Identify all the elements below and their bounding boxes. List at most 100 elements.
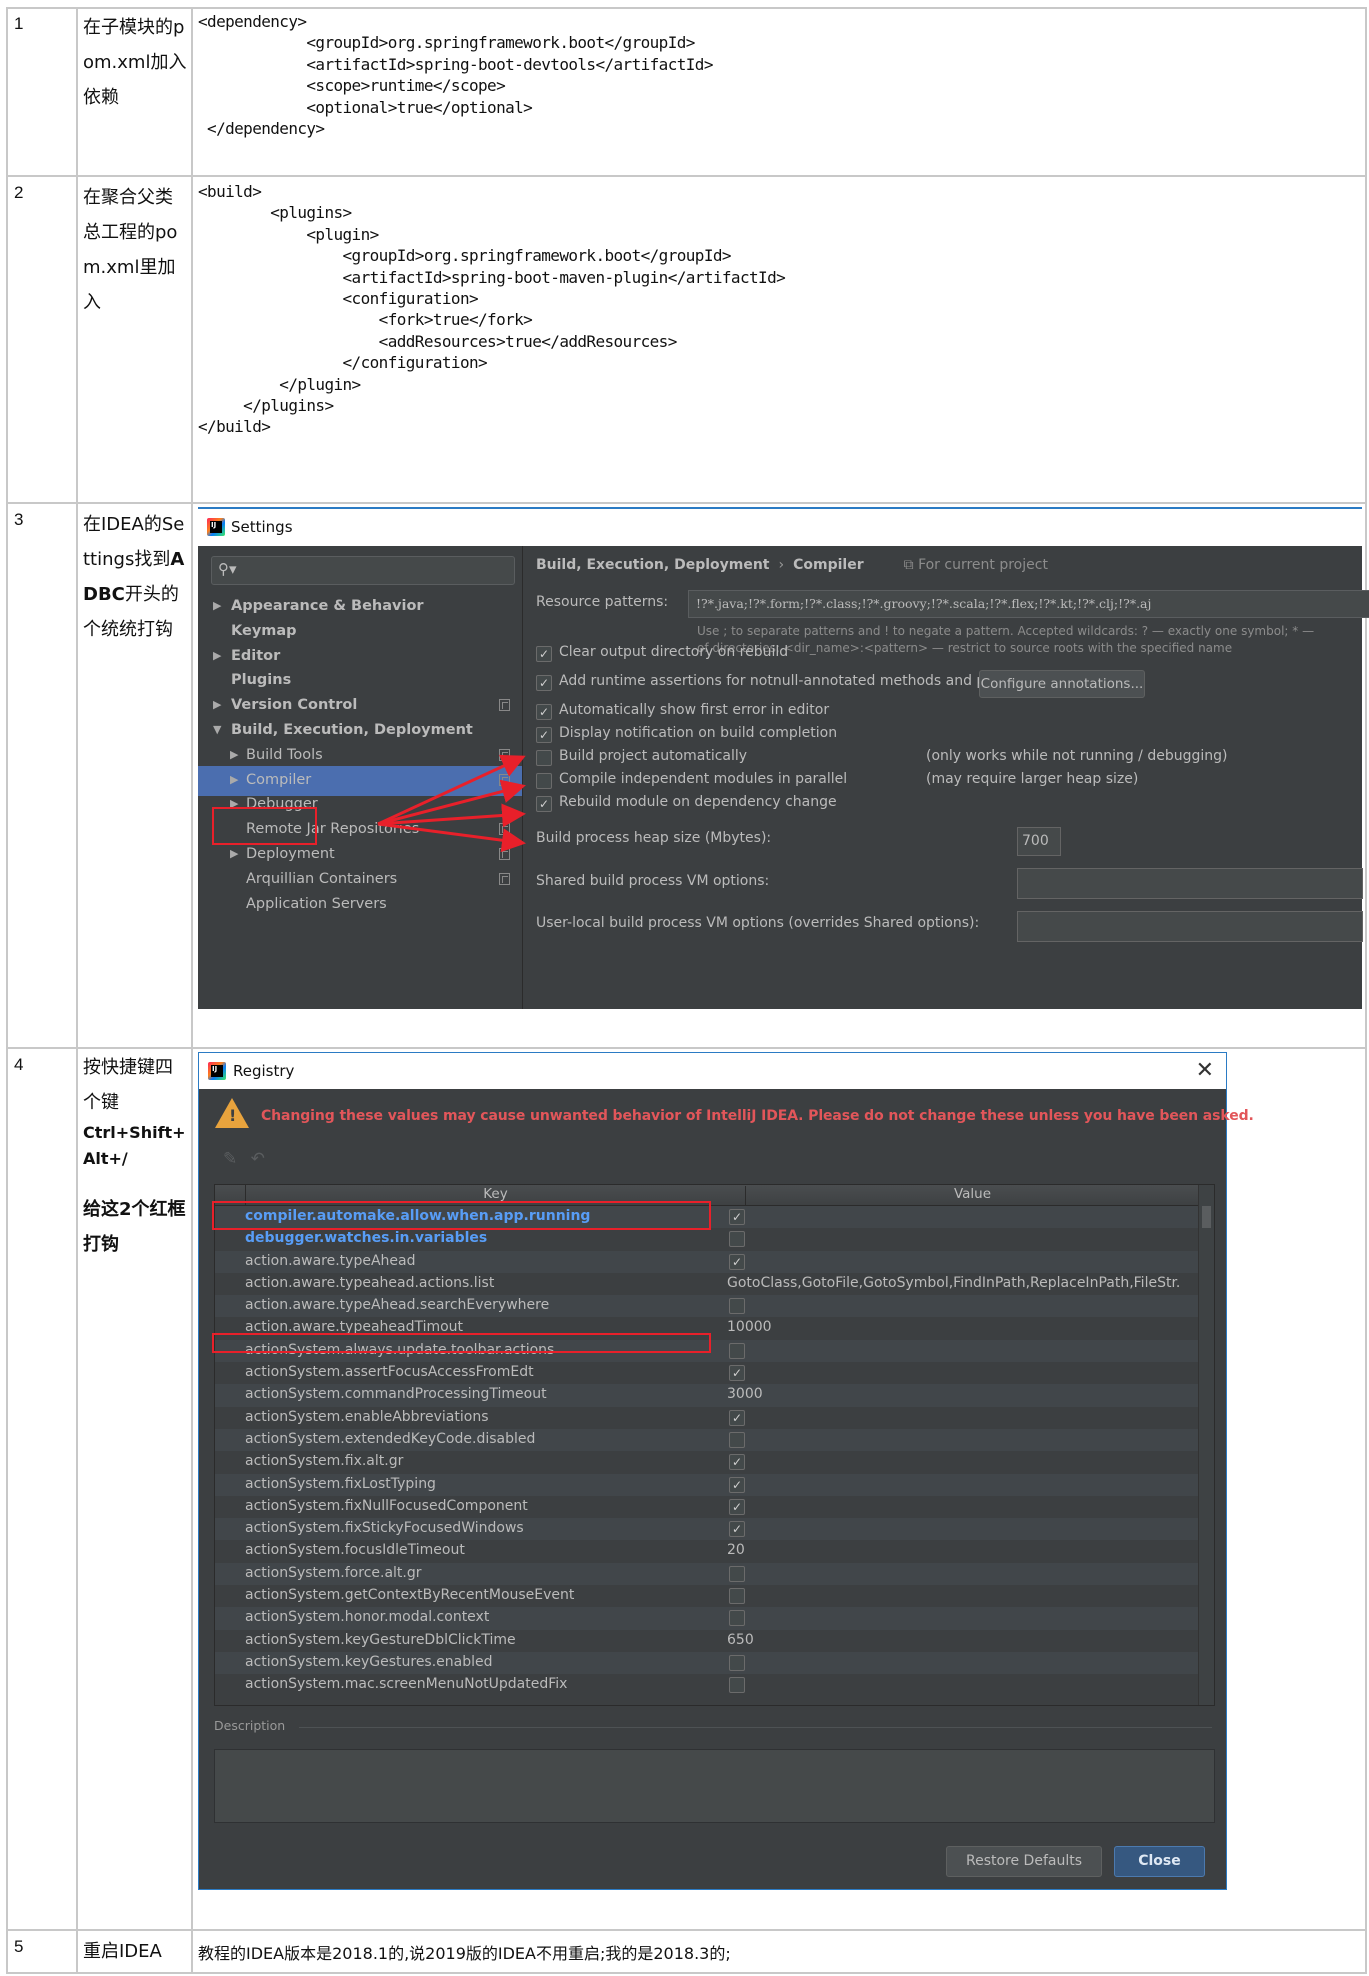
registry-value[interactable]: 650 xyxy=(727,1632,754,1648)
checkbox-checked[interactable]: ✓ xyxy=(536,704,552,720)
registry-row[interactable]: actionSystem.fix.alt.gr ✓ xyxy=(215,1451,1198,1474)
table-border-bottom xyxy=(7,1972,1367,1974)
registry-row[interactable]: actionSystem.focusIdleTimeout 20 xyxy=(215,1540,1198,1563)
registry-key: debugger.watches.in.variables xyxy=(245,1230,488,1247)
registry-row[interactable]: actionSystem.fixStickyFocusedWindows ✓ xyxy=(215,1518,1198,1541)
breadcrumb-parent[interactable]: Build, Execution, Deployment xyxy=(536,557,770,573)
registry-key: actionSystem.mac.screenMenuNotUpdatedFix xyxy=(245,1676,568,1693)
checkbox-unchecked[interactable] xyxy=(536,773,552,789)
registry-row[interactable]: actionSystem.extendedKeyCode.disabled xyxy=(215,1428,1198,1452)
intellij-logo-icon: IJ xyxy=(208,1062,226,1080)
registry-row[interactable]: actionSystem.fixLostTyping ✓ xyxy=(215,1473,1198,1496)
warning-icon: ! xyxy=(215,1098,249,1128)
registry-row[interactable]: actionSystem.fixNullFocusedComponent ✓ xyxy=(215,1495,1198,1519)
checkbox-unchecked[interactable] xyxy=(729,1610,745,1627)
annotation-arrows xyxy=(377,754,526,853)
user-vm-options-input[interactable] xyxy=(1017,911,1363,942)
checkbox-unchecked[interactable] xyxy=(536,750,552,766)
table-border-right xyxy=(1365,7,1367,1974)
intellij-logo-icon: IJ xyxy=(207,518,225,536)
step-description: 在子模块的pom.xml加入依赖 xyxy=(83,17,187,108)
checkbox-checked[interactable]: ✓ xyxy=(729,1209,745,1225)
option-note: (may require larger heap size) xyxy=(926,771,1139,787)
checkbox-unchecked[interactable] xyxy=(729,1298,745,1315)
checkbox-unchecked[interactable] xyxy=(729,1677,745,1694)
scrollbar-thumb[interactable] xyxy=(1202,1206,1211,1228)
registry-row[interactable]: action.aware.typeAhead.searchEverywhere xyxy=(215,1295,1198,1318)
edit-icon[interactable]: ✎ xyxy=(223,1149,237,1169)
heap-size-label: Build process heap size (Mbytes): xyxy=(536,830,772,846)
column-header-key[interactable]: Key xyxy=(246,1186,745,1202)
option-label: Compile independent modules in parallel xyxy=(559,771,848,787)
checkbox-checked[interactable]: ✓ xyxy=(729,1253,745,1270)
table-border-left xyxy=(6,7,8,1974)
checkbox-checked[interactable]: ✓ xyxy=(536,727,552,743)
checkbox-checked[interactable]: ✓ xyxy=(729,1454,745,1471)
close-icon[interactable]: ✕ xyxy=(1196,1058,1214,1083)
registry-row[interactable]: actionSystem.keyGestureDblClickTime 650 xyxy=(215,1629,1198,1652)
registry-value[interactable]: 10000 xyxy=(727,1319,772,1335)
checkbox-unchecked[interactable] xyxy=(729,1231,745,1248)
checkbox-unchecked[interactable] xyxy=(729,1654,745,1671)
step-description: 在聚合父类总工程的pom.xml里加入 xyxy=(83,187,178,313)
registry-row[interactable]: actionSystem.getContextByRecentMouseEven… xyxy=(215,1585,1198,1608)
registry-title: Registry xyxy=(233,1062,295,1080)
checkbox-checked[interactable]: ✓ xyxy=(729,1409,745,1426)
checkbox-unchecked[interactable] xyxy=(729,1565,745,1582)
registry-dialog: IJ Registry ✕ ! Changing these values ma… xyxy=(198,1052,1254,1890)
step-number: 5 xyxy=(14,1937,24,1956)
restore-defaults-button[interactable]: Restore Defaults xyxy=(946,1846,1102,1877)
shared-vm-options-input[interactable] xyxy=(1017,868,1363,899)
checkbox-checked[interactable]: ✓ xyxy=(729,1498,745,1515)
registry-row[interactable]: actionSystem.keyGestures.enabled xyxy=(215,1651,1198,1675)
checkbox-checked[interactable]: ✓ xyxy=(729,1476,745,1493)
registry-row[interactable]: debugger.watches.in.variables xyxy=(215,1228,1198,1251)
registry-row[interactable]: action.aware.typeAhead ✓ xyxy=(215,1250,1198,1273)
registry-key: action.aware.typeAhead xyxy=(245,1252,416,1269)
registry-scrollbar[interactable] xyxy=(1198,1185,1214,1705)
description-textarea[interactable] xyxy=(214,1749,1215,1823)
option-label: Clear output directory on rebuild xyxy=(559,644,789,660)
registry-value[interactable]: GotoClass,GotoFile,GotoSymbol,FindInPath… xyxy=(727,1275,1180,1291)
step-number: 3 xyxy=(14,510,24,529)
close-button[interactable]: Close xyxy=(1114,1846,1205,1877)
checkbox-unchecked[interactable] xyxy=(729,1588,745,1605)
registry-row[interactable]: actionSystem.mac.screenMenuNotUpdatedFix xyxy=(215,1674,1198,1697)
checkbox-unchecked[interactable] xyxy=(729,1431,745,1448)
configure-annotations-button[interactable]: Configure annotations... xyxy=(979,670,1145,698)
shared-vm-options-label: Shared build process VM options: xyxy=(536,873,770,889)
registry-row[interactable]: actionSystem.assertFocusAccessFromEdt ✓ xyxy=(215,1362,1198,1385)
project-scope-label: ⧉ For current project xyxy=(903,557,1048,573)
row-divider xyxy=(7,502,1367,504)
registry-row[interactable]: actionSystem.commandProcessingTimeout 300… xyxy=(215,1384,1198,1407)
checkbox-unchecked[interactable] xyxy=(729,1342,745,1359)
checkbox-checked[interactable]: ✓ xyxy=(536,646,552,662)
registry-row[interactable]: actionSystem.honor.modal.context xyxy=(215,1607,1198,1630)
registry-row[interactable]: action.aware.typeahead.actions.list GotoC… xyxy=(215,1272,1198,1296)
row-divider xyxy=(7,1929,1367,1931)
registry-value[interactable]: 3000 xyxy=(727,1386,763,1402)
option-label: Display notification on build completion xyxy=(559,725,838,741)
step-number: 4 xyxy=(14,1055,24,1074)
step-number: 1 xyxy=(14,14,24,33)
settings-dialog: IJ Settings ⚲▾ ▶ Appearance & Behavior Key… xyxy=(198,507,1369,1009)
resource-patterns-input[interactable]: !?*.java;!?*.form;!?*.class;!?*.groovy;!… xyxy=(688,590,1369,618)
registry-row[interactable]: actionSystem.force.alt.gr xyxy=(215,1562,1198,1586)
desc-text: 按快捷键四个键 xyxy=(83,1057,173,1113)
checkbox-checked[interactable]: ✓ xyxy=(536,796,552,812)
registry-key: action.aware.typeahead.actions.list xyxy=(245,1274,495,1291)
checkbox-checked[interactable]: ✓ xyxy=(729,1521,745,1538)
code-block: <build> <plugins> <plugin> <groupId>org.… xyxy=(198,182,786,437)
undo-icon[interactable]: ↶ xyxy=(251,1149,265,1169)
registry-row[interactable]: actionSystem.enableAbbreviations ✓ xyxy=(215,1406,1198,1429)
registry-key: actionSystem.keyGestures.enabled xyxy=(245,1653,493,1670)
table-border-top xyxy=(7,7,1367,9)
checkbox-checked[interactable]: ✓ xyxy=(536,675,552,691)
step-number: 2 xyxy=(14,183,24,202)
heap-size-input[interactable]: 700 xyxy=(1017,827,1061,856)
column-header-value[interactable]: Value xyxy=(745,1186,1199,1205)
option-label: Automatically show first error in editor xyxy=(559,702,830,718)
checkbox-checked[interactable]: ✓ xyxy=(729,1365,745,1382)
settings-title: Settings xyxy=(231,518,293,536)
registry-value[interactable]: 20 xyxy=(727,1542,745,1558)
